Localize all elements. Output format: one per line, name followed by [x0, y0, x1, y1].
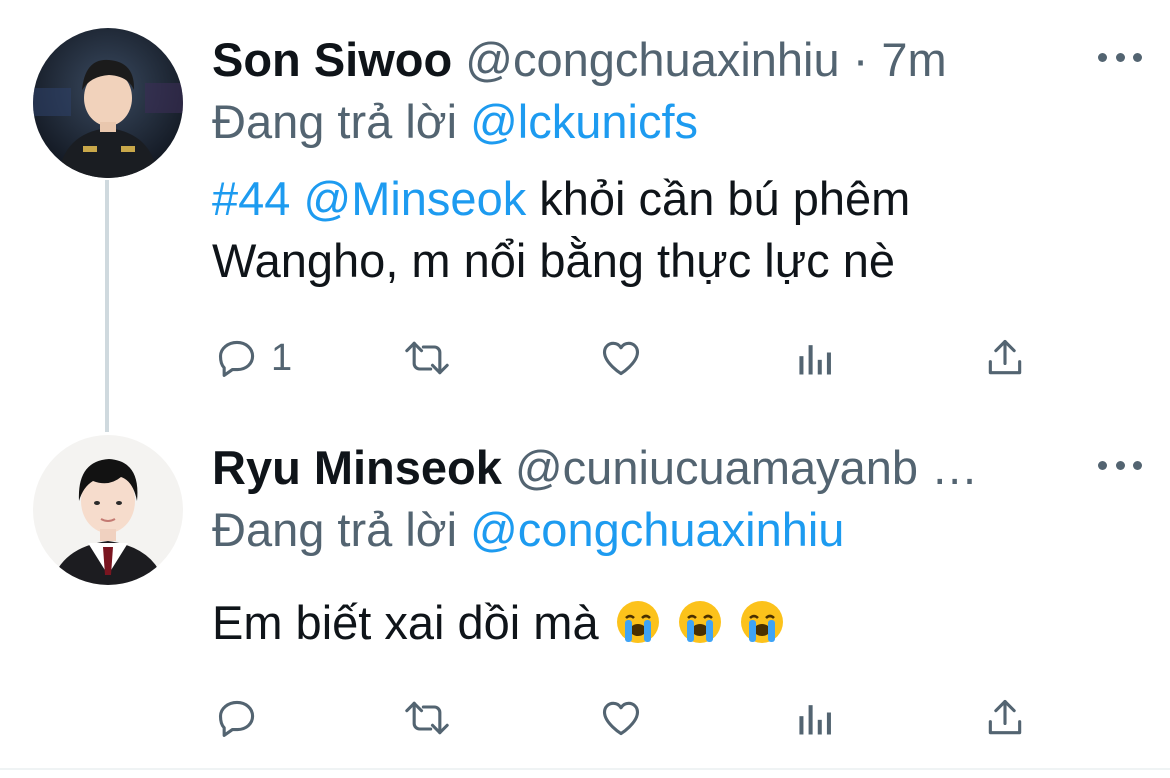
like-button[interactable] [599, 696, 643, 740]
display-name[interactable]: Ryu Minseok [212, 441, 502, 494]
heart-icon [602, 341, 640, 376]
tweet-2-text-content: Em biết xai dồi mà [212, 596, 599, 649]
retweet-icon [405, 701, 449, 735]
replying-to-mention[interactable]: @lckunicfs [470, 95, 698, 148]
replying-to: Đang trả lời @lckunicfs [212, 98, 698, 145]
tweet-1-text-line1: khỏi cần bú phêm [526, 172, 911, 225]
loudly-crying-face-emoji [677, 598, 723, 660]
display-name[interactable]: Son Siwoo [212, 33, 452, 86]
share-button[interactable] [983, 336, 1027, 380]
replying-to: Đang trả lời @congchuaxinhiu [212, 506, 844, 553]
share-icon [988, 699, 1022, 735]
share-icon [988, 339, 1022, 375]
share-button[interactable] [983, 696, 1027, 740]
reply-button[interactable] [215, 696, 259, 740]
tweet-1-text: #44 @Minseok khỏi cần bú phêm Wangho, m … [212, 168, 910, 292]
tweet-1-actions: 1 [215, 336, 1035, 380]
more-icon[interactable] [1098, 458, 1142, 472]
retweet-icon [405, 341, 449, 375]
like-button[interactable] [599, 336, 643, 380]
avatar-ryu-minseok[interactable] [33, 435, 183, 585]
thread-connector-line [105, 180, 109, 432]
retweet-button[interactable] [403, 696, 451, 740]
reply-count: 1 [271, 337, 293, 379]
tweet-1-header: Son Siwoo @congchuaxinhiu · 7m [212, 36, 947, 83]
more-icon[interactable] [1098, 50, 1142, 64]
tweet-2-actions [215, 696, 1035, 740]
user-handle[interactable]: @congchuaxinhiu [465, 33, 839, 86]
tweet-2-text: Em biết xai dồi mà [212, 592, 785, 660]
replying-to-label: Đang trả lời [212, 503, 458, 556]
bottom-divider [0, 768, 1170, 770]
analytics-icon [799, 705, 831, 735]
analytics-button[interactable] [793, 696, 837, 740]
user-handle[interactable]: @cuniucuamayanb … [515, 441, 978, 494]
replying-to-label: Đang trả lời [212, 95, 458, 148]
analytics-button[interactable] [793, 336, 837, 380]
hashtag-link[interactable]: #44 [212, 172, 290, 225]
loudly-crying-face-emoji [615, 598, 661, 660]
reply-icon [218, 700, 255, 737]
tweet-1-text-line2: Wangho, m nổi bằng thực lực nè [212, 234, 895, 287]
avatar-son-siwoo[interactable] [33, 28, 183, 178]
separator-dot: · [852, 33, 869, 86]
mention-link[interactable]: @Minseok [303, 172, 526, 225]
tweet-2-header: Ryu Minseok @cuniucuamayanb … [212, 444, 978, 491]
reply-icon [218, 340, 255, 377]
analytics-icon [799, 345, 831, 375]
timestamp[interactable]: 7m [881, 33, 946, 86]
loudly-crying-face-emoji [739, 598, 785, 660]
reply-button[interactable]: 1 [215, 336, 292, 380]
retweet-button[interactable] [403, 336, 451, 380]
heart-icon [602, 701, 640, 736]
replying-to-mention[interactable]: @congchuaxinhiu [470, 503, 844, 556]
